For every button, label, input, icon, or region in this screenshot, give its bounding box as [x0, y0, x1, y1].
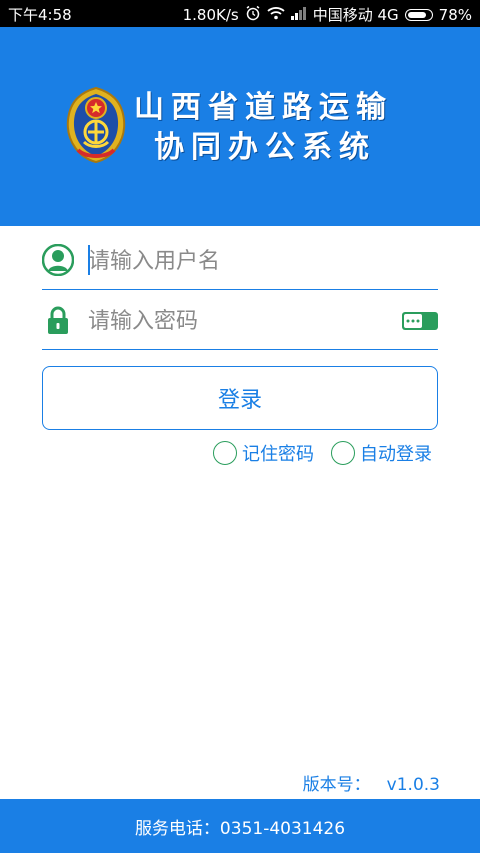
status-bar: 下午4:58 1.80K/s 中国移动 4G 78% [0, 0, 480, 27]
transport-emblem-icon [64, 86, 128, 164]
text-cursor [88, 245, 90, 275]
version-value: v1.0.3 [386, 775, 440, 795]
status-right-group: 1.80K/s 中国移动 4G 78% [183, 4, 472, 25]
password-visibility-toggle-icon[interactable] [402, 312, 438, 330]
lock-icon [42, 304, 74, 336]
wifi-icon [267, 6, 285, 24]
password-input[interactable] [88, 306, 388, 336]
login-button[interactable]: 登录 [42, 366, 438, 430]
remember-password-label: 记住密码 [242, 444, 314, 465]
network-speed: 1.80K/s [182, 5, 239, 24]
auto-login-option[interactable]: 自动登录 [331, 440, 432, 466]
service-phone-text: 服务电话：0351-4031426 [134, 818, 346, 839]
password-field[interactable] [42, 292, 438, 350]
username-field[interactable] [41, 232, 438, 290]
carrier-label: 中国移动 4G [312, 6, 399, 24]
auto-login-radio[interactable] [331, 441, 355, 465]
remember-password-option[interactable]: 记住密码 [213, 440, 314, 466]
remember-password-radio[interactable] [213, 441, 237, 465]
user-icon [41, 243, 75, 277]
auto-login-label: 自动登录 [360, 444, 432, 465]
battery-percent: 78% [438, 5, 472, 24]
battery-icon [404, 8, 433, 21]
service-phone-footer: 服务电话：0351-4031426 [0, 799, 480, 853]
alarm-icon [245, 5, 261, 25]
signal-icon [290, 6, 307, 24]
app-title-line1: 山西省道路运输 [134, 90, 393, 125]
app-title: 山西省道路运输 协同办公系统 [134, 88, 404, 168]
version-info: 版本号： v1.0.3 [303, 770, 440, 795]
status-time: 下午4:58 [8, 6, 72, 24]
version-label: 版本号： [302, 775, 371, 795]
username-input[interactable] [88, 246, 388, 276]
app-title-line2: 协同办公系统 [154, 130, 376, 165]
